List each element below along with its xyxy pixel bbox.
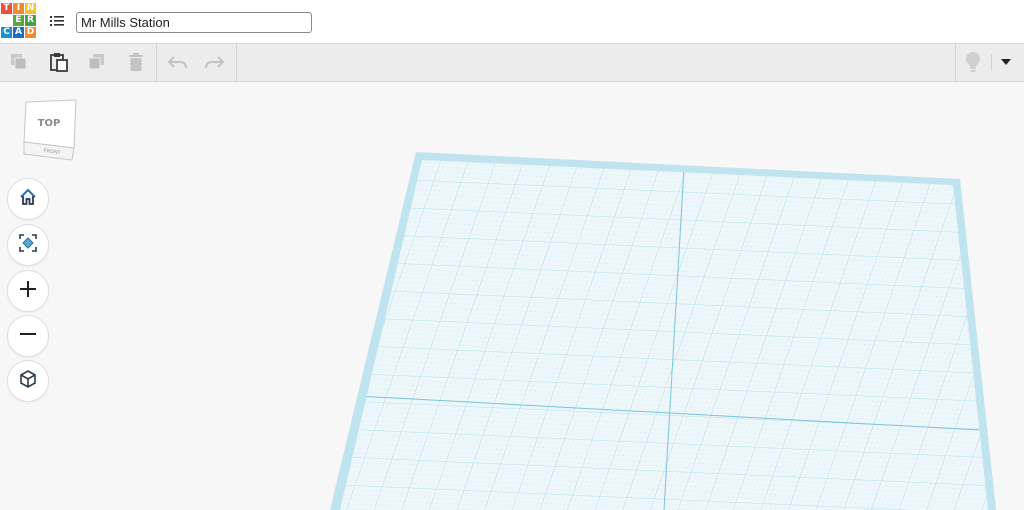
fit-all-icon [18, 233, 38, 258]
ortho-perspective-icon [18, 369, 38, 394]
logo-letter-n: N [25, 3, 36, 14]
logo-letter-e: E [13, 15, 24, 26]
fit-all-button[interactable] [7, 224, 49, 266]
zoom-in-button[interactable] [7, 270, 49, 312]
tinkercad-logo[interactable]: T I N K E R C A D [1, 3, 37, 39]
edit-toolbar [0, 44, 1024, 82]
toolbar-divider [955, 44, 956, 81]
logo-letter-c: C [1, 27, 12, 38]
view-cube-top-label: TOP [37, 118, 61, 129]
ortho-perspective-button[interactable] [7, 360, 49, 402]
chevron-down-icon[interactable] [996, 51, 1016, 73]
home-view-icon [18, 187, 38, 212]
design-title-input[interactable] [76, 12, 312, 33]
workplane-grid[interactable] [0, 82, 1024, 510]
toolbar-divider [236, 44, 237, 81]
lightbulb-icon[interactable] [962, 51, 984, 73]
list-menu-icon[interactable] [50, 14, 64, 28]
logo-letter-i: I [13, 3, 24, 14]
logo-letter-t: T [1, 3, 12, 14]
toolbar-divider [156, 44, 157, 81]
toolbar-divider [991, 54, 992, 71]
logo-letter-a: A [13, 27, 24, 38]
zoom-out-button[interactable] [7, 315, 49, 357]
view-cube[interactable]: TOP FRONT [20, 98, 80, 162]
logo-letter-k: K [1, 15, 12, 26]
duplicate-icon[interactable] [86, 51, 108, 73]
zoom-out-icon [19, 325, 37, 348]
app-header: T I N K E R C A D [0, 0, 1024, 44]
home-view-button[interactable] [7, 178, 49, 220]
paste-icon[interactable] [48, 51, 70, 73]
undo-icon[interactable] [166, 51, 188, 73]
copy-icon[interactable] [8, 51, 30, 73]
trash-icon[interactable] [125, 51, 147, 73]
zoom-in-icon [19, 280, 37, 303]
logo-letter-r: R [25, 15, 36, 26]
redo-icon[interactable] [204, 51, 226, 73]
logo-letter-d: D [25, 27, 36, 38]
